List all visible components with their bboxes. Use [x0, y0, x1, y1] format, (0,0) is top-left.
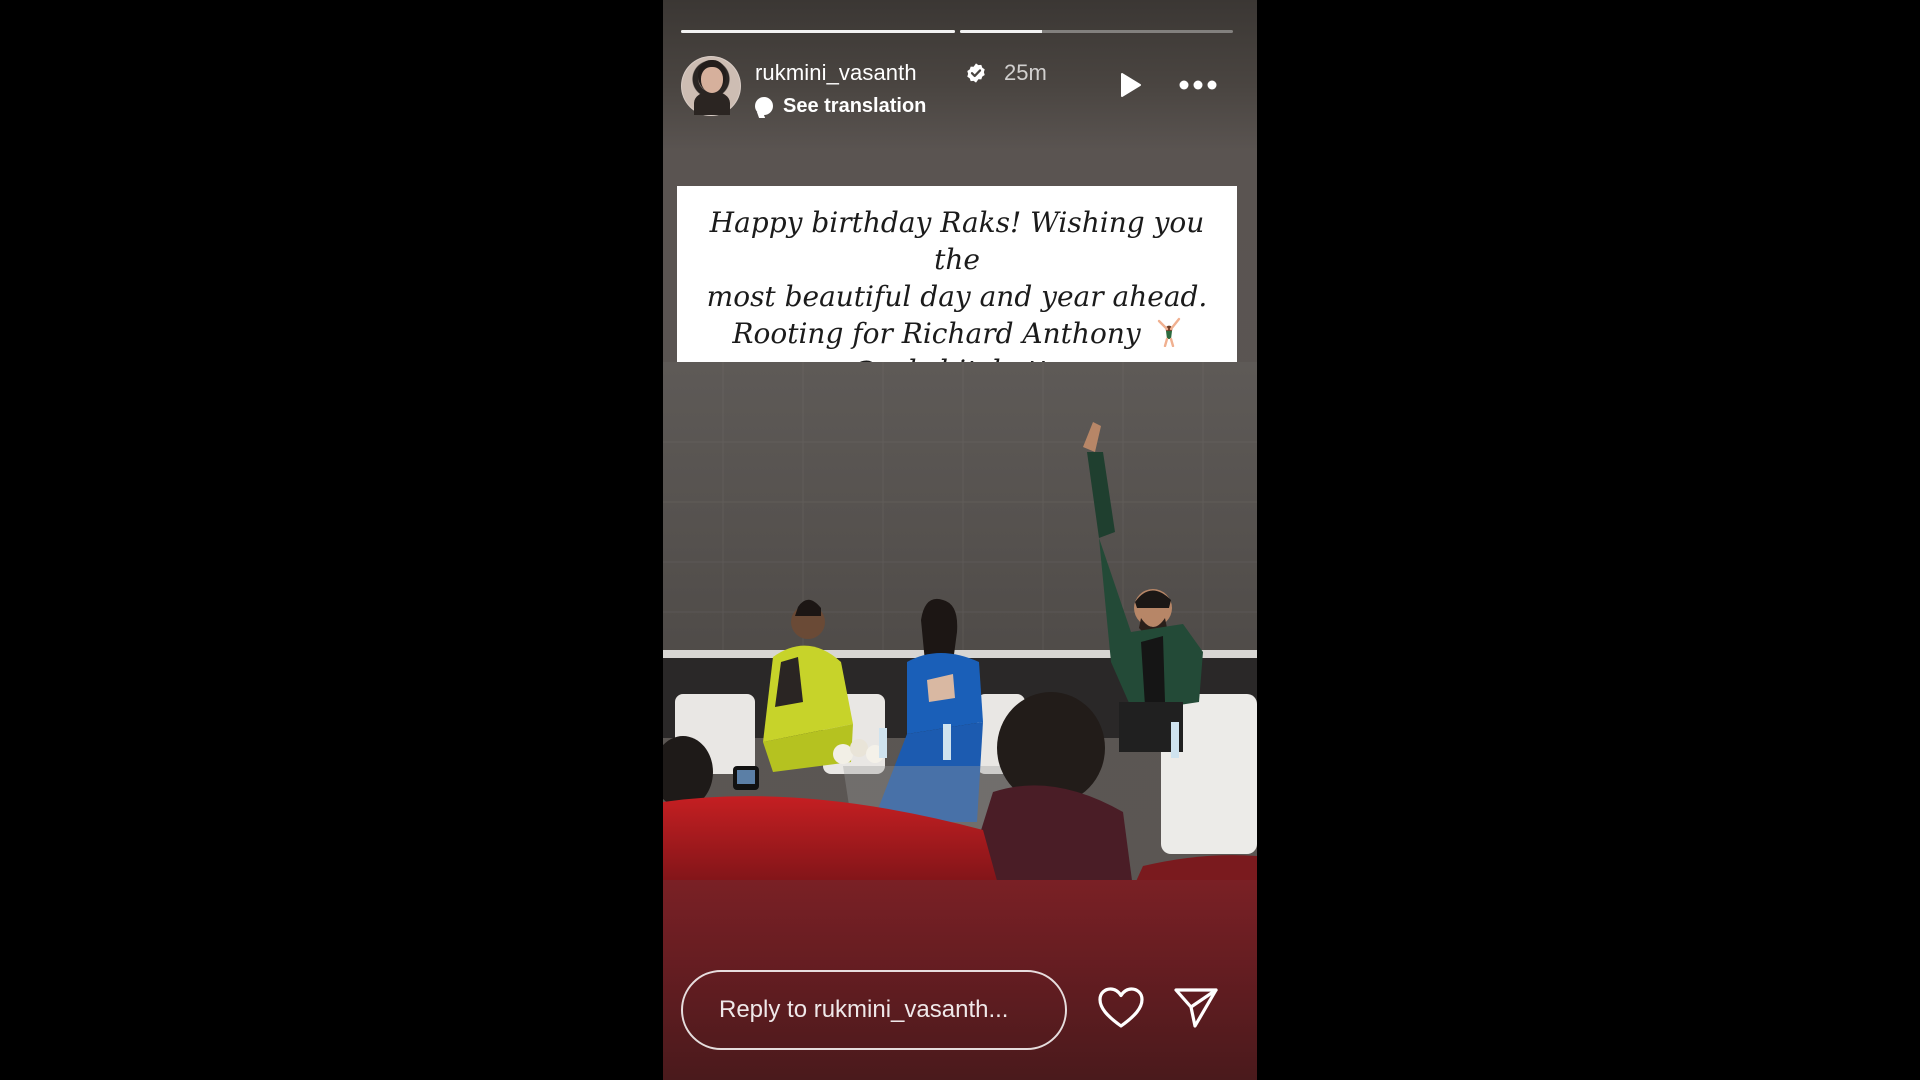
more-horizontal-icon[interactable]: [1177, 74, 1219, 96]
caption-line-3-text: Rooting for Richard Anthony: [732, 317, 1141, 350]
progress-segment-2: [959, 30, 1233, 33]
story-header: rukmini_vasanth 25m See translation: [681, 56, 1239, 120]
send-icon[interactable]: [1173, 986, 1219, 1030]
story-caption: Happy birthday Raks! Wishing you the mos…: [677, 186, 1237, 387]
story-photo: [663, 362, 1257, 888]
verified-badge-icon: [967, 63, 985, 83]
reply-input[interactable]: [681, 970, 1067, 1050]
caption-line-1: Happy birthday Raks! Wishing you the: [709, 206, 1205, 276]
story-progress-bar: [681, 30, 1233, 33]
translation-bubble-icon: [755, 97, 773, 115]
story-viewer: rukmini_vasanth 25m See translation Happ…: [663, 0, 1257, 1080]
caption-line-2: most beautiful day and year ahead.: [706, 280, 1208, 313]
see-translation-link[interactable]: See translation: [755, 94, 926, 118]
post-time: 25m: [1004, 60, 1047, 85]
avatar[interactable]: [681, 56, 741, 116]
caption-line-3: Rooting for Richard Anthony: [687, 315, 1227, 352]
heart-icon[interactable]: [1097, 986, 1145, 1030]
username[interactable]: rukmini_vasanth: [755, 60, 917, 86]
see-translation-label: See translation: [783, 94, 927, 117]
gymnast-emoji-icon: [1157, 317, 1180, 348]
play-icon[interactable]: [1115, 70, 1145, 100]
progress-segment-1: [681, 30, 955, 33]
